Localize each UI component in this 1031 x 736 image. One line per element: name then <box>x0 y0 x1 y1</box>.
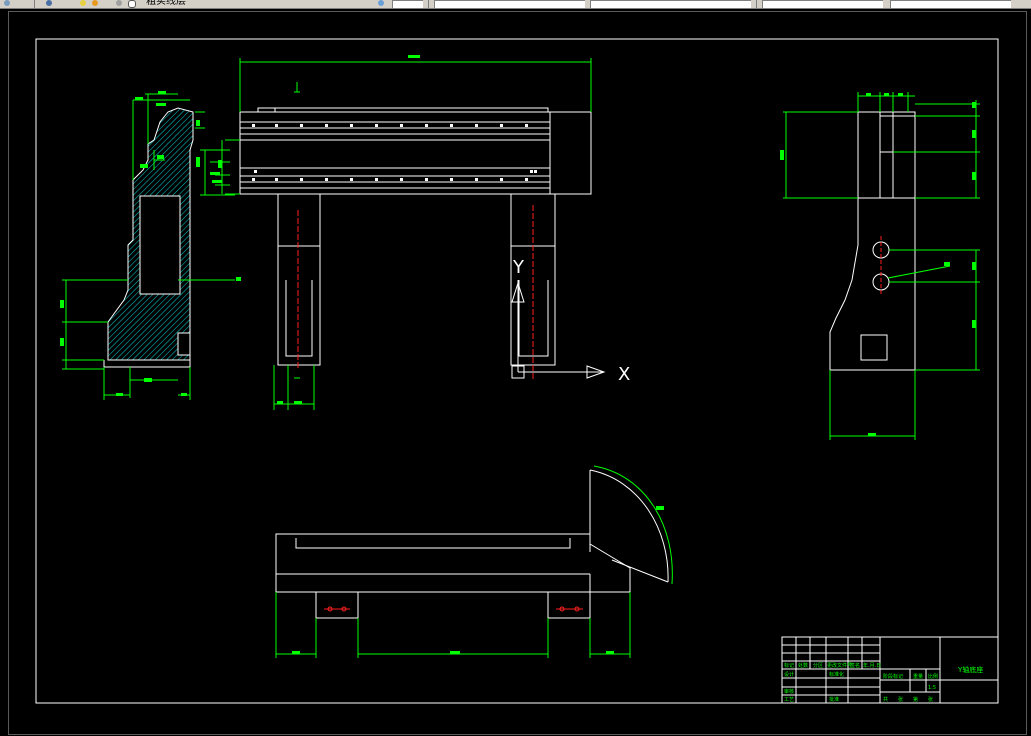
weight-label: 重量 <box>913 673 923 680</box>
section-view <box>60 91 241 400</box>
sheet-unit-label-1: 张 <box>898 696 903 703</box>
part-name: Y轴底座 <box>957 665 983 674</box>
cad-drawing[interactable]: Y X 标记 处数 分区 更改文件号 签名 年.月.日 设计 标准化 审核 工艺… <box>0 0 1031 736</box>
col-label-sign: 签名 <box>850 662 860 669</box>
row-label-review: 审核 <box>784 688 794 695</box>
front-view <box>239 107 592 366</box>
front-view-bolts <box>252 124 537 181</box>
title-block-text: 标记 处数 分区 更改文件号 签名 年.月.日 设计 标准化 审核 工艺 批准 … <box>784 662 983 703</box>
col-label-change-doc: 更改文件号 <box>827 662 852 669</box>
ucs-icon <box>511 280 606 379</box>
ucs-y-label: Y <box>512 257 525 278</box>
ucs-x-label: X <box>618 364 630 385</box>
std-label: 标准化 <box>829 671 844 678</box>
front-view-dims <box>221 58 592 410</box>
col-label-mark: 标记 <box>784 662 794 669</box>
scale-label: 比例 <box>928 673 938 680</box>
row-label-design: 设计 <box>784 671 794 678</box>
stage-label: 阶段标记 <box>883 673 903 680</box>
col-label-zone: 分区 <box>813 662 823 669</box>
bottom-view <box>275 469 669 619</box>
scale-value: 1:5 <box>928 685 936 691</box>
front-view-centerlines <box>297 205 534 380</box>
sheet-total-label: 共 <box>883 696 888 703</box>
side-view <box>829 111 916 371</box>
sheet-number-label: 第 <box>913 696 918 703</box>
bottom-view-dims <box>275 465 673 658</box>
sheet-unit-label-2: 张 <box>928 696 933 703</box>
col-label-count: 处数 <box>798 662 808 669</box>
row-label-process: 工艺 <box>784 697 794 703</box>
approve-label: 批准 <box>829 696 839 703</box>
col-label-date: 年.月.日 <box>863 662 881 669</box>
